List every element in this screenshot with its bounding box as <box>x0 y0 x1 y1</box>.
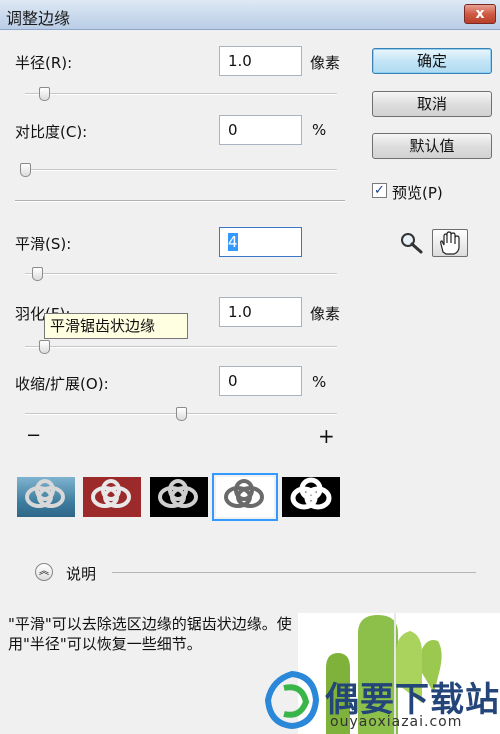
preview-checkbox[interactable]: ✓ <box>372 183 387 198</box>
radius-slider[interactable] <box>25 87 337 101</box>
view-mask[interactable] <box>282 477 340 517</box>
contrast-input[interactable]: 0 <box>219 115 302 145</box>
view-standard[interactable] <box>17 477 75 517</box>
view-on-white[interactable] <box>212 473 278 521</box>
shrink-expand-unit: % <box>312 373 327 391</box>
preview-label: 预览(P) <box>392 184 443 202</box>
view-quick-mask[interactable] <box>83 477 141 517</box>
smooth-slider[interactable] <box>25 267 337 281</box>
default-values-button[interactable]: 默认值 <box>372 133 492 159</box>
close-icon: x <box>475 6 485 22</box>
rings-icon <box>158 479 198 508</box>
smooth-label: 平滑(S): <box>15 235 72 253</box>
view-on-black[interactable] <box>150 477 208 517</box>
zoom-icon[interactable] <box>399 231 425 255</box>
minus-icon: − <box>26 425 42 446</box>
ok-button[interactable]: 确定 <box>372 48 492 74</box>
smooth-slider-thumb[interactable] <box>32 267 44 281</box>
description-text: "平滑"可以去除选区边缘的锯齿状边缘。使用"半径"可以恢复一些细节。 <box>8 615 292 653</box>
feather-slider[interactable] <box>25 340 337 354</box>
smooth-input[interactable]: 4 <box>219 227 302 257</box>
divider <box>15 200 345 202</box>
radius-slider-thumb[interactable] <box>38 87 50 101</box>
rings-icon <box>290 477 332 510</box>
rings-icon <box>224 479 264 508</box>
shrink-expand-input[interactable]: 0 <box>219 366 302 396</box>
watermark-url: ouyaoxiazai.com <box>330 714 463 730</box>
hand-tool-button[interactable] <box>432 229 468 257</box>
chevron-up-icon: ︽ <box>39 566 49 577</box>
collapse-description-button[interactable]: ︽ <box>35 563 53 581</box>
hand-icon <box>440 231 460 255</box>
contrast-slider[interactable] <box>20 163 337 177</box>
contrast-label: 对比度(C): <box>15 123 88 141</box>
title-bar: 调整边缘 x <box>0 0 500 30</box>
cancel-button[interactable]: 取消 <box>372 91 492 117</box>
feather-input[interactable]: 1.0 <box>219 297 302 327</box>
plus-icon: + <box>318 424 335 448</box>
rings-icon <box>91 479 131 508</box>
radius-label: 半径(R): <box>15 54 73 72</box>
shrink-expand-slider-thumb[interactable] <box>176 407 187 421</box>
contrast-unit: % <box>312 121 327 139</box>
close-button[interactable]: x <box>464 4 496 24</box>
shrink-expand-label: 收缩/扩展(O): <box>15 375 109 393</box>
tooltip: 平滑锯齿状边缘 <box>44 313 188 339</box>
watermark-logo-icon <box>264 670 320 730</box>
radius-unit: 像素 <box>310 54 341 72</box>
rings-icon <box>25 479 65 508</box>
description-divider <box>112 572 476 573</box>
description-label: 说明 <box>66 565 97 583</box>
contrast-slider-thumb[interactable] <box>20 163 31 177</box>
radius-input[interactable]: 1.0 <box>219 46 302 76</box>
feather-unit: 像素 <box>310 305 341 323</box>
window-title: 调整边缘 <box>6 9 71 28</box>
shrink-expand-slider[interactable] <box>25 407 337 421</box>
feather-slider-thumb[interactable] <box>38 340 50 354</box>
